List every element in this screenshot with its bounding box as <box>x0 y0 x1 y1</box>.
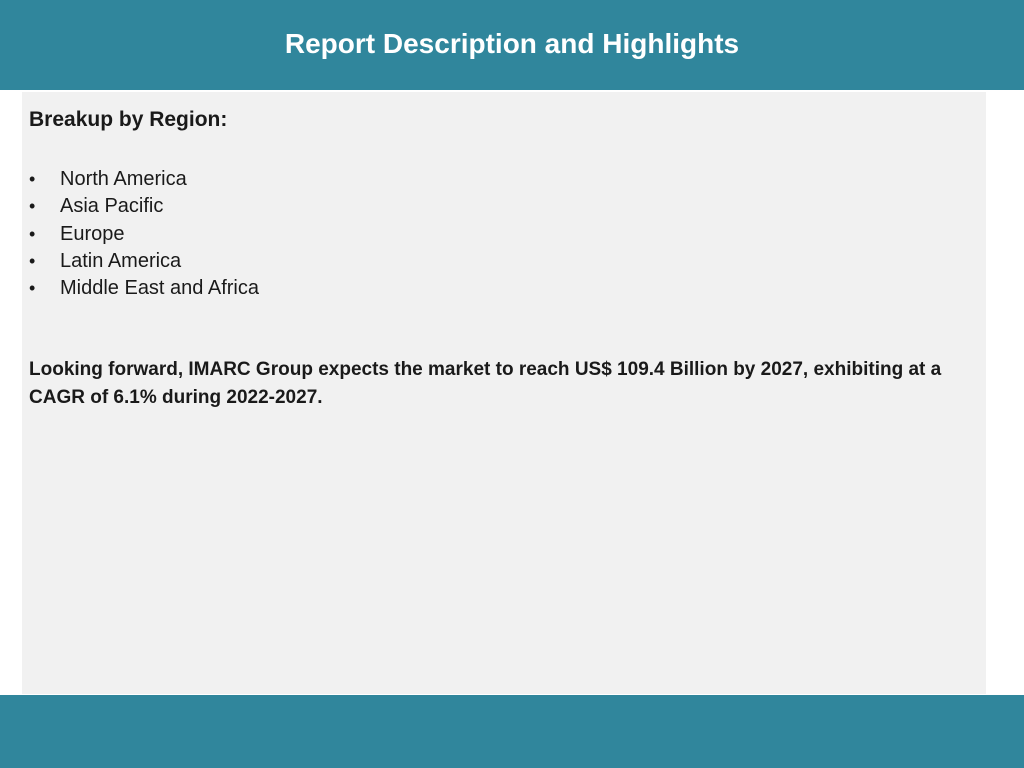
page-title: Report Description and Highlights <box>284 28 740 59</box>
region-label: Asia Pacific <box>60 195 164 218</box>
list-item: • Latin America <box>29 248 259 275</box>
region-label: Latin America <box>60 250 182 273</box>
region-label: North America <box>60 168 187 191</box>
slide: Report Description and Highlights Breaku… <box>0 0 1024 768</box>
list-item: • Asia Pacific <box>29 193 259 220</box>
forecast-paragraph: Looking forward, IMARC Group expects the… <box>29 359 942 408</box>
section-heading: Breakup by Region: <box>29 108 228 131</box>
bullet-icon: • <box>29 169 36 190</box>
header-bar: Report Description and Highlights <box>0 0 1024 90</box>
region-label: Europe <box>60 222 125 245</box>
bullet-icon: • <box>29 223 36 244</box>
bullet-icon: • <box>29 196 36 217</box>
list-item: • North America <box>29 166 259 193</box>
bullet-icon: • <box>29 278 36 299</box>
region-label: Middle East and Africa <box>60 277 259 300</box>
list-item: • Middle East and Africa <box>29 275 259 302</box>
region-list: • North America • Asia Pacific • Europe … <box>29 166 259 302</box>
footer-bar <box>0 695 1024 768</box>
list-item: • Europe <box>29 221 259 248</box>
bullet-icon: • <box>29 251 36 272</box>
content-panel: Breakup by Region: • North America • Asi… <box>22 92 986 694</box>
